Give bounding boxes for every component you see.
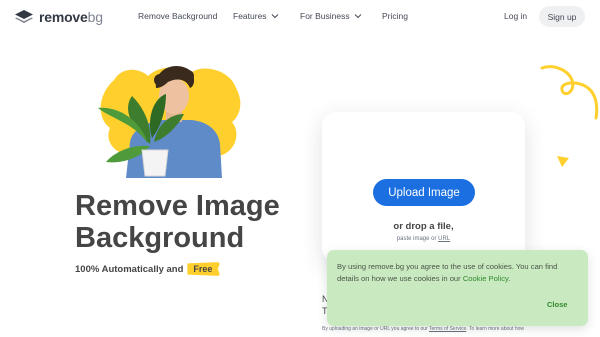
cookie-close-button[interactable]: Close: [547, 300, 567, 309]
hero-subtitle: 100% Automatically and Free: [75, 262, 221, 276]
nav-label: Features: [233, 11, 267, 21]
paste-hint: paste image or URL: [322, 236, 525, 242]
cookie-message-tail: .: [508, 273, 511, 283]
upload-image-button[interactable]: Upload Image: [373, 179, 475, 206]
nav-label: Pricing: [382, 11, 408, 21]
nav-pricing[interactable]: Pricing: [382, 11, 408, 21]
cookie-banner: By using remove.bg you agree to the use …: [327, 250, 588, 326]
nav-features[interactable]: Features: [233, 11, 279, 21]
hero-title-line-1: Remove Image: [75, 190, 280, 222]
nav-for-business[interactable]: For Business: [300, 11, 362, 21]
hero-subtitle-text: 100% Automatically and: [75, 263, 184, 275]
upload-card: Upload Image or drop a file, paste image…: [322, 112, 525, 262]
hero-title-line-2: Background: [75, 222, 245, 254]
triangle-decoration: [557, 156, 569, 167]
cookie-policy-link[interactable]: Cookie Policy: [463, 274, 508, 283]
cookie-message: By using remove.bg you agree to the use …: [337, 261, 581, 284]
chevron-down-icon: [354, 14, 361, 19]
nav-label: Remove Background: [138, 11, 218, 21]
fine-print: By uploading an image or URL you agree t…: [322, 326, 542, 332]
squiggle-decoration: [540, 65, 599, 120]
nav-label: For Business: [300, 11, 350, 21]
drop-file-text: or drop a file,: [393, 221, 454, 232]
logo-text: removebg: [39, 9, 103, 25]
paste-hint-text: paste image or: [396, 236, 437, 242]
terms-of-service-link[interactable]: Terms of Service: [429, 326, 466, 332]
nav-remove-background[interactable]: Remove Background: [138, 11, 217, 21]
url-link[interactable]: URL: [438, 236, 450, 242]
logo-text-suffix: bg: [87, 9, 103, 25]
login-link[interactable]: Log in: [504, 11, 527, 21]
signup-button[interactable]: Sign up: [539, 6, 585, 27]
free-badge: Free: [187, 262, 221, 276]
hero-person-image: [98, 66, 241, 178]
logo-layers-icon: [15, 10, 33, 23]
logo-text-main: remove: [39, 9, 88, 25]
fine-print-text: By uploading an image or URL you agree t…: [322, 326, 428, 332]
logo[interactable]: removebg: [14, 8, 103, 26]
hero-title: Remove Image Background: [75, 190, 325, 254]
chevron-down-icon: [271, 14, 278, 19]
cookie-message-text: By using remove.bg you agree to the use …: [337, 262, 558, 283]
site-header: removebg Remove Background Features For …: [0, 0, 600, 34]
fine-print-tail: . To learn more about how: [466, 326, 524, 332]
